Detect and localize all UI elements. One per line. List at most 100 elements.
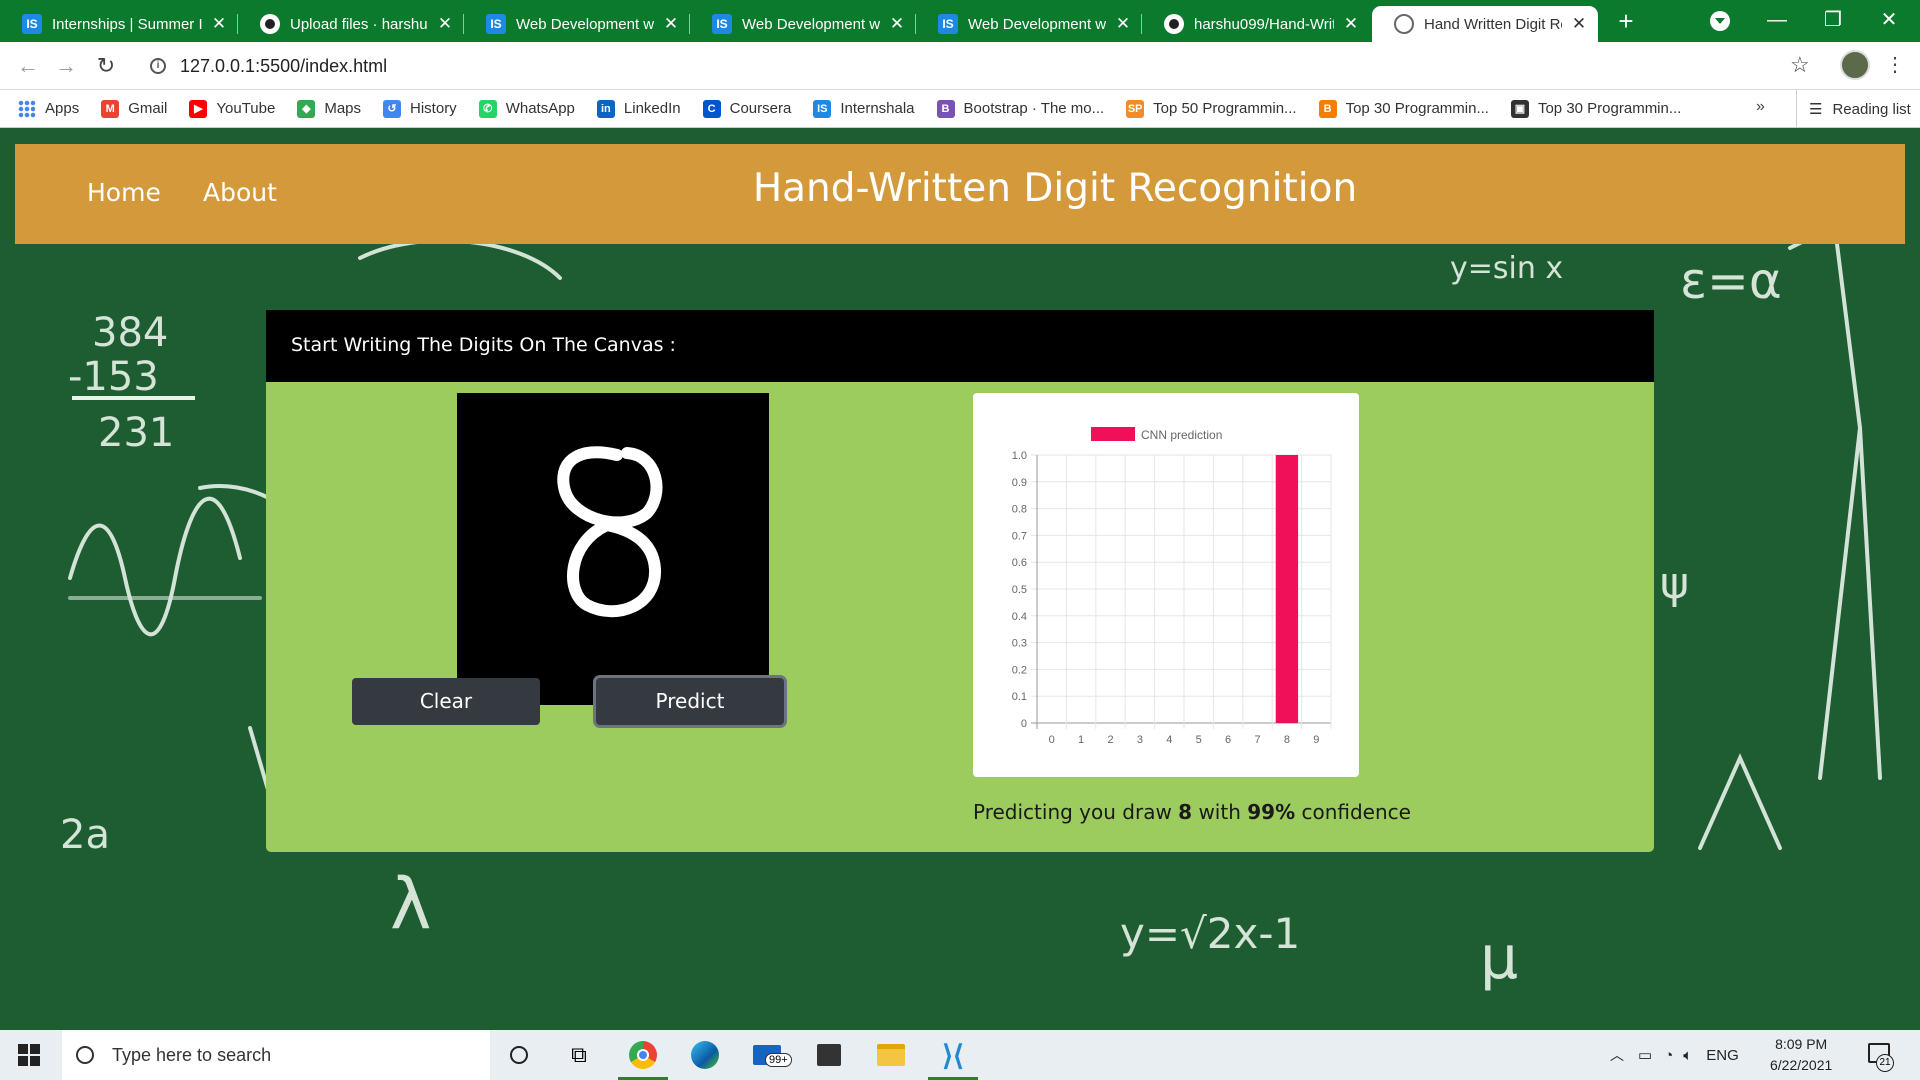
predict-button[interactable]: Predict (596, 678, 784, 725)
volume-icon[interactable]: 🔈︎ (1683, 1047, 1692, 1064)
close-tab-icon[interactable]: ✕ (888, 14, 906, 34)
close-tab-icon[interactable]: ✕ (436, 14, 454, 34)
chart-y-tick-label: 0 (1021, 718, 1027, 730)
browser-tab[interactable]: IS Internships | Summer Internships ✕ (0, 6, 238, 42)
result-suffix: confidence (1295, 800, 1411, 824)
chart-x-tick-label: 3 (1137, 734, 1143, 746)
internshala-icon: IS (486, 14, 506, 34)
more-bookmarks-button[interactable]: » (1756, 98, 1765, 116)
clear-button[interactable]: Clear (352, 678, 540, 725)
github-icon (1164, 14, 1184, 34)
tab-title: Web Development workshop (742, 15, 880, 33)
site-title: Hand-Written Digit Recognition (752, 166, 1358, 211)
bookmark-label: LinkedIn (623, 100, 681, 117)
bookmark-item[interactable]: ◆ Maps (297, 99, 361, 118)
browser-tab[interactable]: IS Web Development workshop ✕ (690, 6, 916, 42)
bookmark-label: Bootstrap · The mo... (963, 100, 1105, 117)
svg-text:ψ: ψ (1660, 558, 1689, 609)
digit-stroke-bottom (567, 519, 661, 618)
browser-tab[interactable]: Upload files · harshu099 ✕ (238, 6, 464, 42)
chrome-icon[interactable] (618, 1038, 668, 1080)
forward-arrow-icon[interactable]: → (52, 52, 80, 80)
close-tab-icon[interactable]: ✕ (1570, 14, 1588, 34)
tray-chevron-icon[interactable]: ︿ (1610, 1045, 1624, 1065)
svg-text:y=sin x: y=sin x (1450, 251, 1563, 286)
store-icon[interactable] (812, 1038, 846, 1072)
notification-count: 21 (1876, 1054, 1894, 1072)
browser-tab-active[interactable]: Hand Written Digit Recognition ✕ (1372, 6, 1598, 42)
bookmark-item[interactable]: M Gmail (101, 99, 167, 118)
site-info-icon[interactable]: i (150, 58, 166, 74)
bookmark-item[interactable]: in LinkedIn (596, 99, 681, 118)
result-middle: with (1192, 800, 1248, 824)
bookmark-item[interactable]: ▶ YouTube (189, 99, 275, 118)
linkedin-icon: in (596, 99, 615, 118)
menu-kebab-icon[interactable]: ⋮ (1885, 52, 1905, 77)
close-tab-icon[interactable]: ✕ (662, 14, 680, 34)
bookmark-item[interactable]: SP Top 50 Programmin... (1126, 99, 1297, 118)
close-tab-icon[interactable]: ✕ (1342, 14, 1360, 34)
bookmark-label: Top 50 Programmin... (1153, 100, 1297, 117)
new-tab-button[interactable]: + (1610, 6, 1642, 38)
url-bar[interactable]: i 127.0.0.1:5500/index.html (138, 48, 1798, 84)
battery-icon[interactable]: ▭ (1638, 1046, 1652, 1064)
language-indicator[interactable]: ENG (1706, 1047, 1739, 1064)
back-arrow-icon[interactable]: ← (14, 52, 42, 80)
bookmark-item[interactable]: ✆ WhatsApp (478, 99, 575, 118)
svg-text:μ: μ (1480, 923, 1518, 993)
digit-stroke-top (557, 446, 663, 529)
reading-list-label: Reading list (1832, 100, 1911, 118)
mail-icon[interactable]: 99+ (750, 1038, 792, 1072)
bookmark-label: WhatsApp (505, 100, 575, 117)
close-tab-icon[interactable]: ✕ (1114, 14, 1132, 34)
sp-icon: SP (1126, 99, 1145, 118)
drawing-canvas[interactable] (457, 393, 769, 705)
bookmark-item[interactable]: C Coursera (702, 99, 791, 118)
cortana-icon[interactable] (502, 1038, 536, 1072)
browser-tab[interactable]: IS Web Development workshop ✕ (916, 6, 1142, 42)
chart-y-tick-label: 0.5 (1012, 584, 1027, 596)
file-explorer-icon[interactable] (874, 1038, 908, 1072)
recognition-card: Start Writing The Digits On The Canvas :… (266, 310, 1654, 852)
chart-x-tick-label: 6 (1225, 734, 1231, 746)
github-icon (260, 14, 280, 34)
taskbar-clock[interactable]: 8:09 PM 6/22/2021 (1770, 1034, 1832, 1076)
tab-search-icon[interactable] (1710, 11, 1730, 31)
windows-taskbar: Type here to search ⧉ 99+ ⟩⟨ ︿ ▭ ◔ 🔈︎ EN… (0, 1030, 1920, 1080)
chart-legend-label: CNN prediction (1141, 428, 1222, 442)
restore-icon[interactable]: ❐ (1810, 6, 1856, 34)
reading-list-button[interactable]: ☰ Reading list (1796, 90, 1911, 128)
clock-time: 8:09 PM (1775, 1036, 1828, 1052)
chart-x-tick-label: 9 (1313, 734, 1319, 746)
taskbar-search-box[interactable]: Type here to search (62, 1030, 490, 1080)
vscode-icon[interactable]: ⟩⟨ (928, 1038, 978, 1080)
wifi-icon[interactable]: ◔ (1664, 1047, 1673, 1064)
clock-date: 6/22/2021 (1770, 1057, 1833, 1073)
chart-x-tick-label: 8 (1284, 734, 1290, 746)
chart-bar (1275, 455, 1299, 723)
svg-text:ε=α: ε=α (1680, 252, 1782, 310)
bookmark-item[interactable]: IS Internshala (813, 99, 915, 118)
profile-avatar[interactable] (1840, 50, 1870, 80)
browser-tab[interactable]: harshu099/Hand-Written ✕ (1142, 6, 1370, 42)
task-view-icon[interactable]: ⧉ (562, 1038, 596, 1072)
url-text: 127.0.0.1:5500/index.html (180, 55, 388, 76)
bookmark-item[interactable]: B Bootstrap · The mo... (936, 99, 1105, 118)
bookmark-item[interactable]: Apps (18, 99, 79, 118)
chart-y-tick-label: 0.2 (1012, 664, 1027, 676)
bookmark-label: History (410, 100, 457, 117)
bookmark-star-icon[interactable]: ☆ (1790, 52, 1810, 78)
chart-x-tick-label: 2 (1107, 734, 1113, 746)
bookmark-item[interactable]: ↺ History (383, 99, 457, 118)
browser-tab[interactable]: IS Web Development workshop ✕ (464, 6, 690, 42)
close-tab-icon[interactable]: ✕ (210, 14, 228, 34)
window-close-icon[interactable]: ✕ (1866, 6, 1912, 34)
reload-icon[interactable]: ↻ (92, 52, 120, 80)
bookmark-item[interactable]: B Top 30 Programmin... (1318, 99, 1489, 118)
minimize-icon[interactable]: — (1754, 6, 1800, 34)
bookmark-item[interactable]: ▣ Top 30 Programmin... (1510, 99, 1681, 118)
windows-start-icon[interactable] (18, 1044, 40, 1066)
prediction-chart-panel: 0 0.1 0.2 0.3 0.4 0.5 0.6 0.7 0.8 0.9 1.0 0 1 2 3 4 5 6 7 8… (973, 393, 1359, 777)
internshala-icon: IS (938, 14, 958, 34)
edge-icon[interactable] (688, 1038, 722, 1072)
